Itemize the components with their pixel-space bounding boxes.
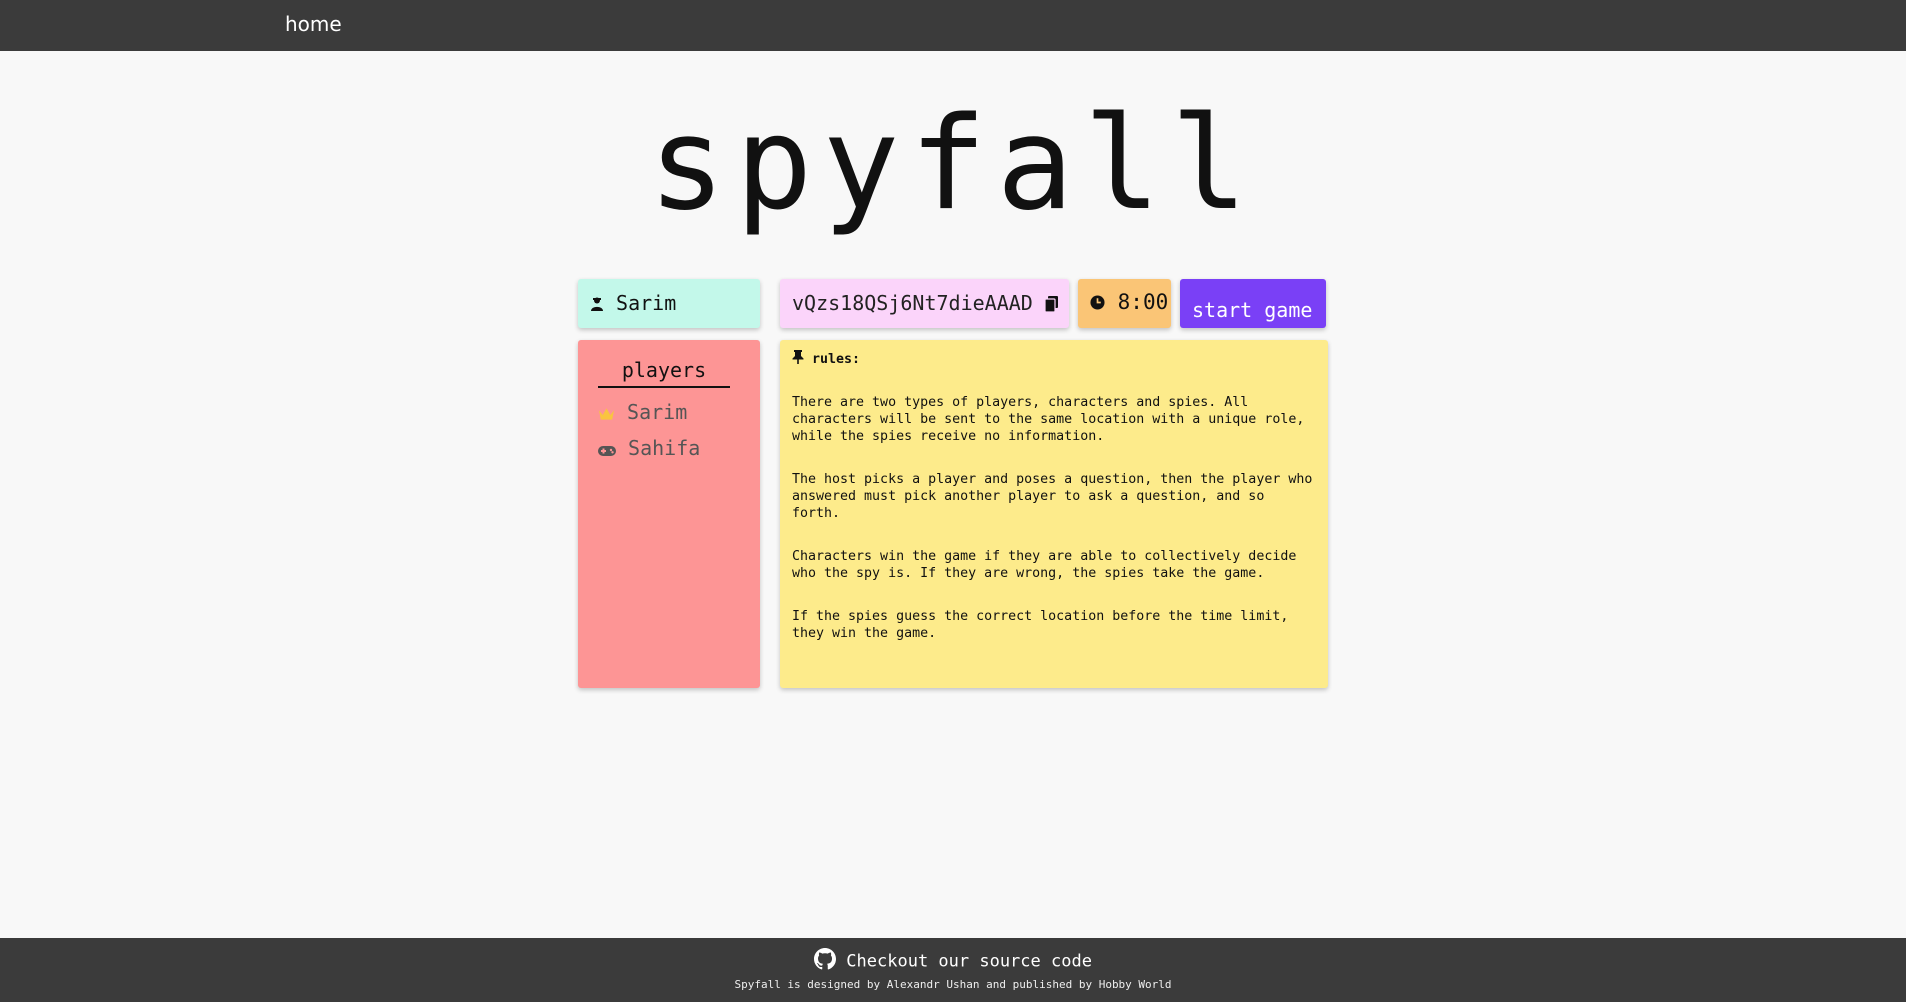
- user-name: Sarim: [616, 291, 677, 315]
- source-code-link[interactable]: Checkout our source code: [0, 948, 1906, 975]
- player-item: Sahifa: [598, 436, 700, 462]
- home-link[interactable]: home: [285, 12, 342, 36]
- player-item: Sarim: [598, 400, 687, 426]
- github-icon: [814, 948, 837, 975]
- pin-icon: [792, 350, 804, 368]
- rules-panel: rules: There are two types of players, c…: [780, 340, 1328, 688]
- footer: Checkout our source code Spyfall is desi…: [0, 938, 1906, 1002]
- crown-icon: [598, 402, 615, 426]
- credit-text: Spyfall is designed by Alexandr Ushan an…: [734, 978, 1172, 991]
- rules-title: rules:: [792, 350, 1316, 368]
- rules-paragraph: If the spies guess the correct location …: [792, 609, 1289, 641]
- player-name: Sahifa: [628, 436, 701, 460]
- top-nav: home: [0, 0, 1906, 51]
- clock-icon: [1090, 291, 1105, 315]
- room-code-card[interactable]: vQzs18QSj6Nt7dieAAAD: [780, 279, 1069, 328]
- start-game-button[interactable]: start game: [1180, 279, 1326, 328]
- copy-icon[interactable]: [1044, 293, 1058, 317]
- user-name-card: Sarim: [578, 279, 760, 328]
- user-icon: [590, 293, 604, 317]
- gamepad-icon: [598, 438, 616, 462]
- players-panel: players Sarim Sahifa: [578, 340, 760, 688]
- timer-card: 8:00: [1078, 279, 1171, 328]
- rules-paragraph: There are two types of players, characte…: [792, 395, 1305, 444]
- room-code: vQzs18QSj6Nt7dieAAAD: [792, 291, 1033, 315]
- timer-value: 8:00: [1117, 290, 1169, 314]
- rules-paragraph: Characters win the game if they are able…: [792, 549, 1297, 581]
- rules-paragraph: The host picks a player and poses a ques…: [792, 472, 1313, 521]
- player-name: Sarim: [627, 400, 688, 424]
- rules-title-text: rules:: [812, 352, 861, 367]
- players-title: players: [598, 358, 730, 388]
- page-title: spyfall: [648, 90, 1258, 239]
- source-code-label: Checkout our source code: [846, 951, 1092, 972]
